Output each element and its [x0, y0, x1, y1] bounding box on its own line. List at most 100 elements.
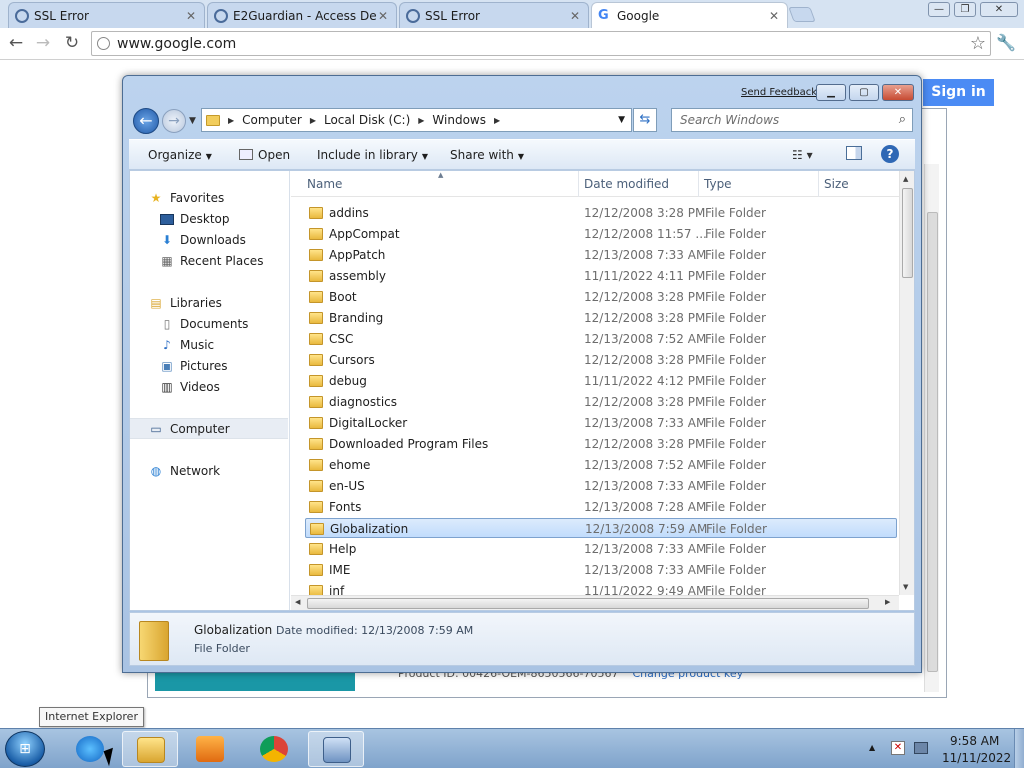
open-button[interactable]: Open — [239, 148, 290, 162]
table-row[interactable]: Branding 12/12/2008 3:28 PM File Folder — [305, 308, 897, 328]
sign-in-button[interactable]: Sign in — [923, 79, 994, 106]
browser-tab-ssl-error-1[interactable]: SSL Error ✕ — [8, 2, 205, 28]
nav-libraries[interactable]: ▤ Libraries — [130, 293, 288, 314]
page-scrollbar-thumb[interactable] — [927, 212, 938, 672]
scroll-down-icon[interactable]: ▼ — [903, 583, 908, 591]
scroll-up-icon[interactable]: ▲ — [903, 175, 908, 183]
column-header-name[interactable]: Name — [307, 177, 342, 191]
browser-tab-google[interactable]: G Google ✕ — [591, 2, 788, 29]
column-divider[interactable] — [698, 171, 699, 197]
help-icon[interactable]: ? — [881, 145, 899, 163]
table-row[interactable]: assembly 11/11/2022 4:11 PM File Folder — [305, 266, 897, 286]
address-bar[interactable]: ▶ Computer ▶ Local Disk (C:) ▶ Windows ▶… — [201, 108, 632, 132]
chevron-right-icon[interactable]: ▶ — [418, 116, 424, 125]
taskbar-windows-explorer[interactable] — [122, 731, 178, 767]
table-row[interactable]: IME 12/13/2008 7:33 AM File Folder — [305, 560, 897, 580]
breadcrumb-local-disk[interactable]: Local Disk (C:) — [324, 113, 410, 127]
organize-button[interactable]: Organize ▼ — [148, 148, 212, 162]
change-view-icon[interactable]: ☷ ▾ — [792, 148, 813, 162]
network-status-icon[interactable] — [914, 742, 928, 754]
browser-close-button[interactable]: ✕ — [980, 2, 1018, 17]
nav-music[interactable]: ♪ Music — [130, 335, 288, 356]
send-feedback-link[interactable]: Send Feedback — [741, 87, 817, 98]
action-center-flag-icon[interactable]: ✕ — [891, 741, 905, 755]
nav-videos[interactable]: ▥ Videos — [130, 377, 288, 398]
chevron-right-icon[interactable]: ▶ — [494, 116, 500, 125]
back-arrow-icon[interactable]: ← — [6, 33, 26, 53]
forward-button[interactable]: → — [162, 109, 186, 133]
taskbar-system-properties[interactable] — [308, 731, 364, 767]
table-row[interactable]: addins 12/12/2008 3:28 PM File Folder — [305, 203, 897, 223]
table-row[interactable]: debug 11/11/2022 4:12 PM File Folder — [305, 371, 897, 391]
nav-pictures[interactable]: ▣ Pictures — [130, 356, 288, 377]
table-row[interactable]: AppPatch 12/13/2008 7:33 AM File Folder — [305, 245, 897, 265]
scroll-left-icon[interactable]: ◀ — [295, 598, 300, 606]
column-header-size[interactable]: Size — [824, 177, 849, 191]
show-desktop-button[interactable] — [1014, 729, 1024, 768]
back-button[interactable]: ← — [133, 108, 159, 134]
column-divider[interactable] — [818, 171, 819, 197]
explorer-minimize-button[interactable]: ▁ — [816, 84, 846, 101]
page-scrollbar[interactable] — [924, 164, 939, 692]
reload-icon[interactable]: ↻ — [62, 33, 82, 53]
breadcrumb-computer[interactable]: Computer — [242, 113, 302, 127]
browser-restore-button[interactable]: ❐ — [954, 2, 976, 17]
table-row[interactable]: ehome 12/13/2008 7:52 AM File Folder — [305, 455, 897, 475]
clock-date[interactable]: 11/11/2022 — [942, 751, 1011, 765]
omnibox[interactable]: www.google.com ☆ — [91, 31, 991, 56]
table-row[interactable]: Downloaded Program Files 12/12/2008 3:28 … — [305, 434, 897, 454]
scroll-right-icon[interactable]: ▶ — [885, 598, 890, 606]
horizontal-scrollbar-thumb[interactable] — [307, 598, 869, 609]
horizontal-scrollbar[interactable]: ◀ ▶ — [291, 595, 899, 610]
search-input[interactable]: Search Windows ⌕ — [671, 108, 913, 132]
preview-pane-icon[interactable] — [846, 146, 862, 160]
tab-close-icon[interactable]: ✕ — [376, 9, 390, 23]
clock-time[interactable]: 9:58 AM — [950, 734, 999, 748]
table-row[interactable]: Help 12/13/2008 7:33 AM File Folder — [305, 539, 897, 559]
tab-close-icon[interactable]: ✕ — [184, 9, 198, 23]
table-row[interactable]: diagnostics 12/12/2008 3:28 PM File Folder — [305, 392, 897, 412]
wrench-icon[interactable]: 🔧 — [996, 33, 1016, 52]
refresh-button[interactable]: ⇆ — [633, 108, 657, 132]
nav-favorites[interactable]: ★ Favorites — [130, 188, 288, 209]
show-hidden-icons-icon[interactable]: ▲ — [869, 743, 875, 752]
chevron-right-icon[interactable]: ▶ — [310, 116, 316, 125]
browser-tab-e2guardian[interactable]: E2Guardian - Access Denied ✕ — [207, 2, 397, 28]
table-row[interactable]: CSC 12/13/2008 7:52 AM File Folder — [305, 329, 897, 349]
browser-minimize-button[interactable]: — — [928, 2, 950, 17]
include-in-library-button[interactable]: Include in library ▼ — [317, 148, 428, 162]
table-row[interactable]: Fonts 12/13/2008 7:28 AM File Folder — [305, 497, 897, 517]
column-header-date[interactable]: Date modified — [584, 177, 669, 191]
nav-network[interactable]: ◍ Network — [130, 461, 288, 482]
table-row[interactable]: AppCompat 12/12/2008 11:57 ... File Folder — [305, 224, 897, 244]
table-row[interactable]: DigitalLocker 12/13/2008 7:33 AM File Fold… — [305, 413, 897, 433]
nav-desktop[interactable]: Desktop — [130, 209, 288, 230]
table-row[interactable]: Boot 12/12/2008 3:28 PM File Folder — [305, 287, 897, 307]
address-dropdown-icon[interactable]: ▼ — [618, 115, 625, 125]
search-icon[interactable]: ⌕ — [899, 112, 906, 127]
taskbar-chrome[interactable] — [246, 731, 302, 767]
nav-documents[interactable]: ▯ Documents — [130, 314, 288, 335]
chevron-right-icon[interactable]: ▶ — [228, 116, 234, 125]
bookmark-star-icon[interactable]: ☆ — [970, 33, 986, 54]
file-row-selected[interactable]: Globalization 12/13/2008 7:59 AM File Fold… — [305, 518, 897, 538]
tab-close-icon[interactable]: ✕ — [767, 9, 781, 23]
vertical-scrollbar[interactable]: ▲ ▼ — [899, 171, 914, 595]
explorer-close-button[interactable]: ✕ — [882, 84, 914, 101]
nav-downloads[interactable]: ⬇ Downloads — [130, 230, 288, 251]
recent-pages-chevron-icon[interactable]: ▼ — [189, 116, 196, 126]
new-tab-button[interactable] — [788, 7, 816, 22]
vertical-scrollbar-thumb[interactable] — [902, 188, 913, 278]
nav-computer[interactable]: ▭ Computer — [130, 418, 288, 439]
table-row[interactable]: Cursors 12/12/2008 3:28 PM File Folder — [305, 350, 897, 370]
breadcrumb-windows[interactable]: Windows — [432, 113, 486, 127]
taskbar-media-player[interactable] — [182, 731, 238, 767]
nav-recent-places[interactable]: ▦ Recent Places — [130, 251, 288, 272]
column-header-type[interactable]: Type — [704, 177, 732, 191]
explorer-maximize-button[interactable]: ▢ — [849, 84, 879, 101]
forward-arrow-icon[interactable]: → — [33, 33, 53, 53]
browser-tab-ssl-error-2[interactable]: SSL Error ✕ — [399, 2, 589, 28]
column-divider[interactable] — [578, 171, 579, 197]
tab-close-icon[interactable]: ✕ — [568, 9, 582, 23]
share-with-button[interactable]: Share with ▼ — [450, 148, 524, 162]
